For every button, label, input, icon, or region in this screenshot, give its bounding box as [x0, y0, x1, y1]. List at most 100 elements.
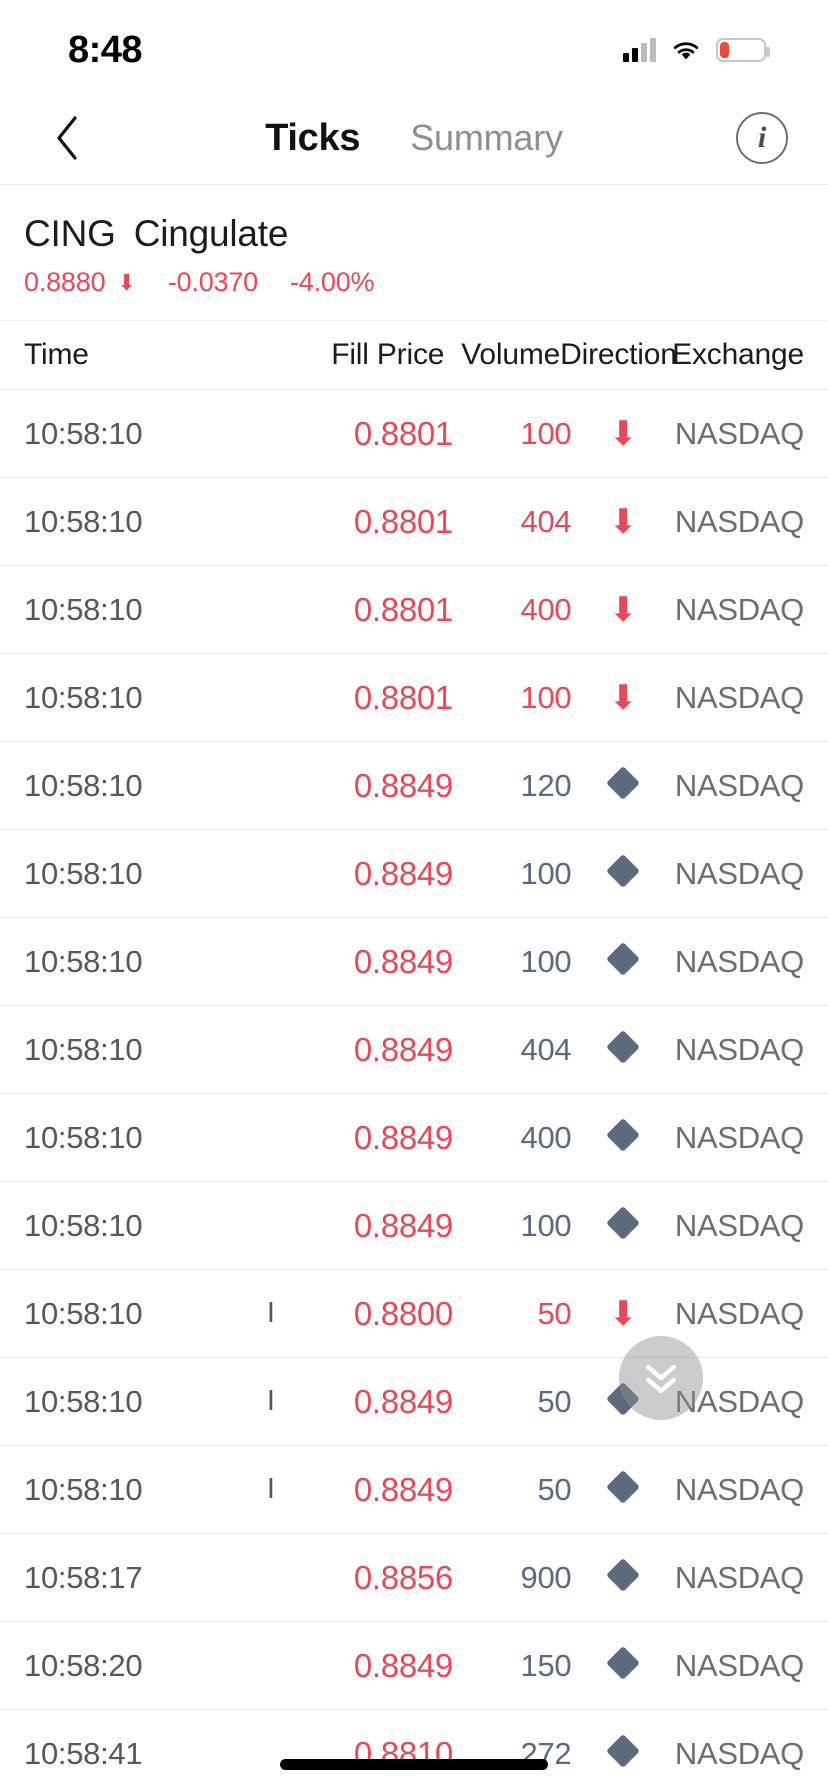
- cell-exchange: NASDAQ: [674, 679, 804, 715]
- arrow-down-icon: ⬇: [608, 414, 638, 453]
- cell-fill-price: 0.8849: [353, 1470, 453, 1508]
- cell-time: 10:58:10: [24, 503, 143, 539]
- diamond-neutral-icon: [606, 1030, 641, 1064]
- status-bar-time: 8:48: [68, 28, 143, 71]
- table-row[interactable]: 10:58:10 0.8849 100 NASDAQ: [0, 830, 828, 918]
- table-row[interactable]: 10:58:10 0.8801 404 ⬇ NASDAQ: [0, 478, 828, 566]
- column-header-time: Time: [24, 338, 89, 371]
- table-row[interactable]: 10:58:10 0.8801 400 ⬇ NASDAQ: [0, 566, 828, 654]
- cell-direction: [571, 1646, 675, 1680]
- quote-change-percent: -4.00%: [290, 267, 375, 297]
- cell-exchange: NASDAQ: [674, 1647, 804, 1683]
- arrow-down-icon: ⬇: [608, 502, 638, 541]
- ticks-table: Time Fill Price Volume Direction Exchang…: [0, 320, 828, 1792]
- cell-volume: 150: [520, 1647, 572, 1683]
- cell-fill-price: 0.8849: [353, 942, 453, 980]
- cell-time: 10:58:10: [24, 591, 143, 627]
- arrow-down-icon: ⬇: [117, 269, 136, 295]
- tab-summary[interactable]: Summary: [410, 117, 563, 159]
- table-row[interactable]: 10:58:17 0.8856 900 NASDAQ: [0, 1534, 828, 1622]
- cell-exchange: NASDAQ: [674, 1559, 804, 1595]
- cell-direction: [571, 1470, 675, 1504]
- cell-time: 10:58:10: [24, 1383, 143, 1419]
- cell-exchange: NASDAQ: [674, 1471, 804, 1507]
- arrow-down-icon: ⬇: [608, 678, 638, 717]
- cell-fill-price: 0.8856: [353, 1558, 453, 1596]
- cell-time: 10:58:10: [24, 855, 143, 891]
- home-indicator: [280, 1759, 548, 1770]
- table-row[interactable]: 10:58:41 0.8810 272 NASDAQ: [0, 1710, 828, 1792]
- cell-volume: 400: [520, 591, 572, 627]
- cell-direction: ⬇: [571, 593, 675, 627]
- table-row[interactable]: 10:58:10 0.8801 100 ⬇ NASDAQ: [0, 654, 828, 742]
- diamond-neutral-icon: [606, 1734, 641, 1768]
- cell-exchange: NASDAQ: [674, 415, 804, 451]
- cell-volume: 100: [520, 415, 572, 451]
- cell-exchange: NASDAQ: [674, 591, 804, 627]
- table-row[interactable]: 10:58:10 0.8801 100 ⬇ NASDAQ: [0, 390, 828, 478]
- table-row[interactable]: 10:58:10 0.8849 100 NASDAQ: [0, 1182, 828, 1270]
- info-circle-icon[interactable]: i: [736, 112, 788, 164]
- chevron-double-down-icon: [645, 1364, 677, 1394]
- cell-volume: 120: [520, 767, 572, 803]
- status-bar-indicators: [623, 38, 770, 62]
- cell-direction: [571, 1118, 675, 1152]
- cell-volume: 100: [520, 1207, 572, 1243]
- table-header-row: Time Fill Price Volume Direction Exchang…: [0, 320, 828, 390]
- cell-volume: 50: [537, 1295, 572, 1331]
- cell-volume: 50: [537, 1471, 572, 1507]
- table-row[interactable]: 10:58:10 I 0.8849 50 NASDAQ: [0, 1358, 828, 1446]
- cell-volume: 404: [520, 503, 572, 539]
- back-button[interactable]: [40, 111, 94, 165]
- quote-change-value: -0.0370: [167, 267, 259, 297]
- column-header-exchange: Exchange: [672, 338, 804, 371]
- cell-volume: 50: [537, 1383, 572, 1419]
- cell-time: 10:58:10: [24, 1471, 143, 1507]
- cell-fill-price: 0.8849: [353, 1118, 453, 1156]
- cell-direction: [571, 766, 675, 800]
- navigation-bar: Ticks Summary i: [0, 92, 828, 184]
- diamond-neutral-icon: [606, 1470, 641, 1504]
- cell-fill-price: 0.8801: [353, 590, 453, 628]
- cell-direction: [571, 942, 675, 976]
- arrow-down-icon: ⬇: [608, 1294, 638, 1333]
- scroll-to-latest-button[interactable]: [619, 1336, 703, 1420]
- cell-volume: 404: [520, 1031, 572, 1067]
- diamond-neutral-icon: [606, 766, 641, 800]
- cell-direction: [571, 1558, 675, 1592]
- table-row[interactable]: 10:58:10 0.8849 400 NASDAQ: [0, 1094, 828, 1182]
- cell-condition-mark: I: [266, 1473, 275, 1505]
- table-row[interactable]: 10:58:10 0.8849 404 NASDAQ: [0, 1006, 828, 1094]
- diamond-neutral-icon: [606, 854, 641, 888]
- quote-company-name: Cingulate: [133, 213, 289, 254]
- diamond-neutral-icon: [606, 1118, 641, 1152]
- cell-volume: 400: [520, 1119, 572, 1155]
- cell-time: 10:58:17: [24, 1559, 143, 1595]
- table-row[interactable]: 10:58:10 I 0.8800 50 ⬇ NASDAQ: [0, 1270, 828, 1358]
- cell-exchange: NASDAQ: [674, 503, 804, 539]
- cell-direction: [571, 1206, 675, 1240]
- quote-header[interactable]: CING Cingulate 0.8880 ⬇ -0.0370 -4.00%: [0, 184, 828, 320]
- table-row[interactable]: 10:58:20 0.8849 150 NASDAQ: [0, 1622, 828, 1710]
- cell-time: 10:58:10: [24, 1207, 143, 1243]
- diamond-neutral-icon: [606, 942, 641, 976]
- wifi-icon: [673, 42, 699, 60]
- cell-exchange: NASDAQ: [674, 943, 804, 979]
- cell-fill-price: 0.8801: [353, 414, 453, 452]
- cell-time: 10:58:10: [24, 767, 143, 803]
- cell-condition-mark: I: [266, 1297, 275, 1329]
- table-row[interactable]: 10:58:10 I 0.8849 50 NASDAQ: [0, 1446, 828, 1534]
- cell-exchange: NASDAQ: [674, 1207, 804, 1243]
- cell-fill-price: 0.8849: [353, 854, 453, 892]
- cellular-signal-icon: [623, 38, 656, 62]
- cell-exchange: NASDAQ: [674, 1295, 804, 1331]
- cell-time: 10:58:10: [24, 415, 143, 451]
- column-header-direction: Direction: [560, 338, 677, 371]
- table-row[interactable]: 10:58:10 0.8849 100 NASDAQ: [0, 918, 828, 1006]
- cell-direction: [571, 1734, 675, 1768]
- cell-time: 10:58:10: [24, 1295, 143, 1331]
- cell-time: 10:58:10: [24, 1031, 143, 1067]
- chevron-left-icon: [57, 116, 77, 160]
- table-row[interactable]: 10:58:10 0.8849 120 NASDAQ: [0, 742, 828, 830]
- tab-ticks[interactable]: Ticks: [265, 117, 360, 160]
